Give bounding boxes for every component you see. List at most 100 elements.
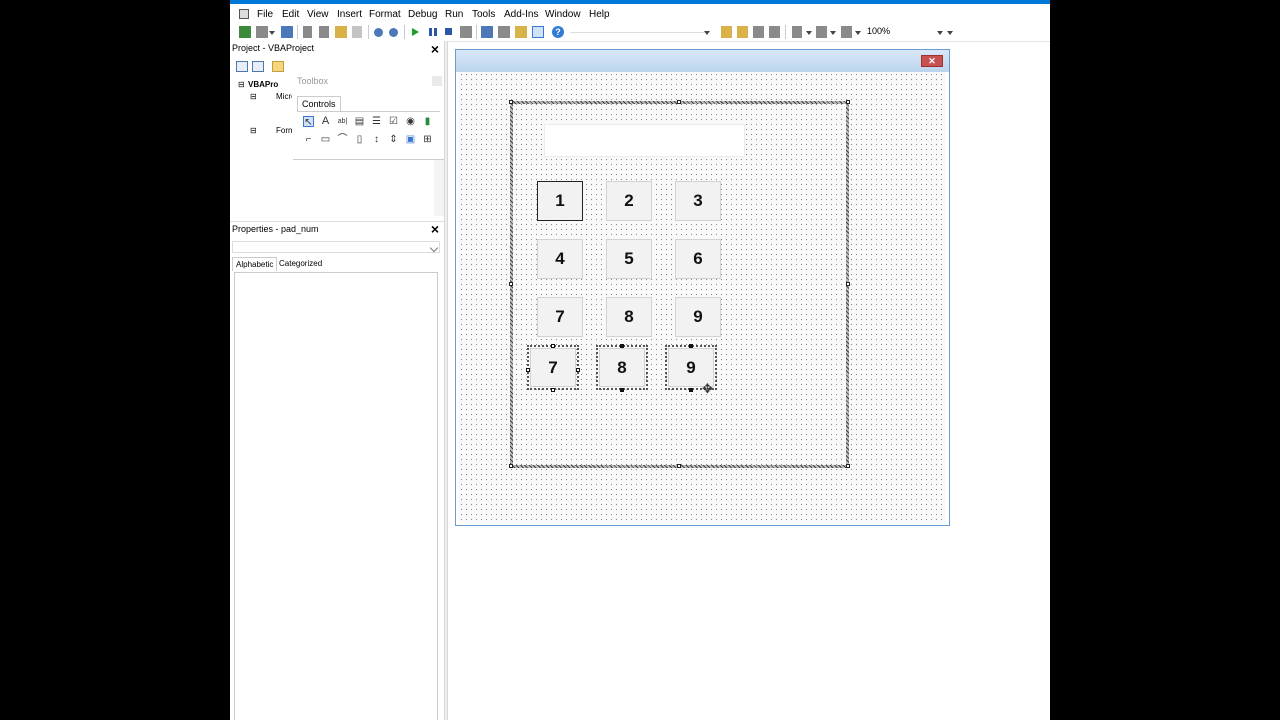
tabstrip-icon[interactable]: ⌒ <box>337 134 348 145</box>
selection-handle[interactable] <box>689 344 693 348</box>
run-icon[interactable] <box>412 28 419 36</box>
menu-edit[interactable]: Edit <box>282 9 299 20</box>
break-icon[interactable] <box>429 28 437 36</box>
menu-view[interactable]: View <box>307 9 329 20</box>
app-icon[interactable] <box>239 9 249 19</box>
view-object-icon[interactable] <box>252 61 264 72</box>
resize-handle[interactable] <box>677 464 681 468</box>
key-2-button[interactable]: 2 <box>606 181 652 221</box>
menu-format[interactable]: Format <box>369 9 401 20</box>
combobox-icon[interactable]: ▤ <box>354 116 365 127</box>
selection-handle[interactable] <box>620 344 624 348</box>
tab-alphabetic[interactable]: Alphabetic <box>232 257 278 271</box>
label-icon[interactable]: A <box>320 116 331 127</box>
selected-key-7[interactable]: 7 <box>527 345 579 390</box>
menu-addins[interactable]: Add-Ins <box>504 9 538 20</box>
resize-handle[interactable] <box>509 100 513 104</box>
size-dropdown-icon[interactable] <box>855 31 861 35</box>
reset-icon[interactable] <box>445 28 452 35</box>
align-icon[interactable] <box>792 26 802 38</box>
tree-expander[interactable]: ⊟ <box>250 92 257 101</box>
insert-dropdown-icon[interactable] <box>269 31 275 35</box>
menu-debug[interactable]: Debug <box>408 9 437 20</box>
key-8-copy-button[interactable]: 8 <box>599 348 645 387</box>
zoom-select[interactable]: 100% <box>867 26 945 39</box>
ungroup-icon[interactable] <box>769 26 780 38</box>
textbox-icon[interactable]: ab| <box>337 116 348 127</box>
menu-insert[interactable]: Insert <box>337 9 362 20</box>
key-6-button[interactable]: 6 <box>675 239 721 279</box>
resize-handle[interactable] <box>846 100 850 104</box>
checkbox-icon[interactable]: ☑ <box>388 116 399 127</box>
select-objects-icon[interactable]: ↖ <box>303 116 314 128</box>
key-5-button[interactable]: 5 <box>606 239 652 279</box>
toggle-folders-icon[interactable] <box>272 61 284 72</box>
toolbar-options-icon[interactable] <box>704 31 710 35</box>
redo-icon[interactable] <box>389 28 398 37</box>
commandbutton-icon[interactable]: ▭ <box>320 134 331 145</box>
optionbutton-icon[interactable]: ◉ <box>405 116 416 127</box>
undo-icon[interactable] <box>374 28 383 37</box>
selection-handle[interactable] <box>551 388 555 392</box>
close-icon[interactable]: ✕ <box>921 55 943 67</box>
userform-titlebar[interactable]: ✕ <box>456 50 949 72</box>
cut-icon[interactable] <box>303 26 312 38</box>
key-8-button[interactable]: 8 <box>606 297 652 337</box>
listbox-icon[interactable]: ☰ <box>371 116 382 127</box>
resize-handle[interactable] <box>509 464 513 468</box>
key-9-button[interactable]: 9 <box>675 297 721 337</box>
selection-handle[interactable] <box>576 368 580 372</box>
make-same-size-icon[interactable] <box>841 26 852 38</box>
project-explorer-icon[interactable] <box>481 26 493 38</box>
resize-handle[interactable] <box>846 464 850 468</box>
object-browser-icon[interactable] <box>515 26 527 38</box>
bring-to-front-icon[interactable] <box>721 26 732 38</box>
selection-handle[interactable] <box>689 388 693 392</box>
excel-view-icon[interactable] <box>239 26 251 38</box>
menu-help[interactable]: Help <box>589 9 610 20</box>
object-select[interactable] <box>232 241 440 253</box>
resize-handle[interactable] <box>677 100 681 104</box>
frame-icon[interactable]: ⌐ <box>303 134 314 145</box>
toolbox-close-icon[interactable] <box>432 76 442 86</box>
menu-tools[interactable]: Tools <box>472 9 495 20</box>
key-7-copy-button[interactable]: 7 <box>530 348 576 387</box>
align-dropdown-icon[interactable] <box>806 31 812 35</box>
key-1-button[interactable]: 1 <box>537 181 583 221</box>
send-to-back-icon[interactable] <box>737 26 748 38</box>
selected-key-8[interactable]: 8 <box>596 345 648 390</box>
display-textbox[interactable] <box>544 124 745 157</box>
userform-canvas[interactable]: 1 2 3 4 5 6 7 8 9 7 8 9 ✥ <box>459 72 946 523</box>
selection-handle[interactable] <box>526 368 530 372</box>
selection-handle[interactable] <box>620 388 624 392</box>
resize-handle[interactable] <box>846 282 850 286</box>
tree-node-project[interactable]: VBAPro <box>248 80 278 89</box>
paste-icon[interactable] <box>335 26 347 38</box>
menu-run[interactable]: Run <box>445 9 463 20</box>
refedit-icon[interactable]: ⊞ <box>422 134 433 145</box>
properties-window-icon[interactable] <box>498 26 510 38</box>
toolbar-options-icon[interactable] <box>947 31 953 35</box>
tree-expander[interactable]: ⊟ <box>250 126 257 135</box>
center-dropdown-icon[interactable] <box>830 31 836 35</box>
properties-grid[interactable] <box>234 272 438 720</box>
close-icon[interactable]: × <box>429 42 441 56</box>
design-mode-icon[interactable] <box>460 26 472 38</box>
menu-file[interactable]: File <box>257 9 273 20</box>
key-3-button[interactable]: 3 <box>675 181 721 221</box>
close-icon[interactable]: × <box>429 222 441 236</box>
save-icon[interactable] <box>281 26 293 38</box>
group-icon[interactable] <box>753 26 764 38</box>
key-4-button[interactable]: 4 <box>537 239 583 279</box>
spinbutton-icon[interactable]: ⇕ <box>388 134 399 145</box>
find-icon[interactable] <box>352 26 362 38</box>
help-icon[interactable]: ? <box>552 26 564 38</box>
resize-handle[interactable] <box>509 282 513 286</box>
selection-handle[interactable] <box>551 344 555 348</box>
view-code-icon[interactable] <box>236 61 248 72</box>
menu-window[interactable]: Window <box>545 9 581 20</box>
pane-divider[interactable] <box>444 41 448 720</box>
copy-icon[interactable] <box>319 26 329 38</box>
tab-categorized[interactable]: Categorized <box>276 257 325 270</box>
tree-expander[interactable]: ⊟ <box>238 80 245 89</box>
